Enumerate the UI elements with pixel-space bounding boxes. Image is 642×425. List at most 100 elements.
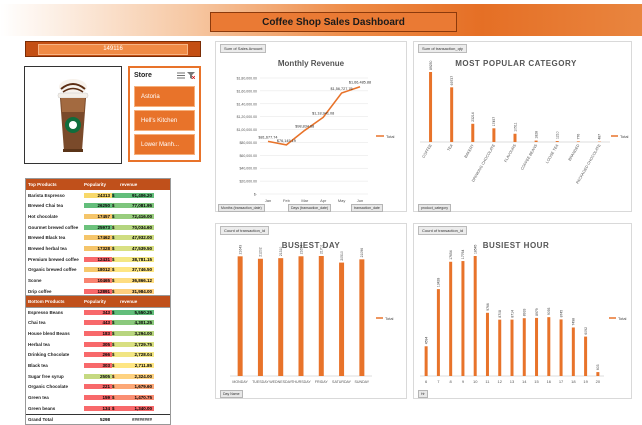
revenue-value: 2,324.00	[120, 374, 154, 379]
x-tick-label: 18	[571, 379, 576, 384]
data-label: $98,834.68	[295, 124, 314, 128]
column-header[interactable]: Top Products	[26, 182, 84, 187]
product-name: Premium brewed coffee	[26, 257, 84, 262]
x-tick-label: 14	[522, 379, 527, 384]
currency-symbol: $	[112, 384, 120, 389]
filter-months[interactable]: Months (transaction_date)	[218, 204, 265, 212]
chart-title: BUSIEST HOUR	[483, 241, 549, 250]
data-label: 776	[577, 134, 581, 140]
x-tick-label: COFFEE	[422, 143, 433, 159]
series-line	[268, 87, 360, 145]
table-row: Chai tea443$4,301.25	[26, 317, 170, 328]
currency-symbol: $	[112, 331, 120, 336]
bar	[511, 320, 514, 376]
table-row: Brewed Black tea17462$47,932.00	[26, 232, 170, 243]
popularity-value: 25973	[84, 225, 112, 230]
product-name: Herbal tea	[26, 342, 84, 347]
currency-symbol: $	[112, 374, 120, 379]
revenue-value: 47,932.00	[120, 235, 154, 240]
busiest-hour-chart: BUSIEST HOUR4594613428717654817764918545…	[414, 232, 631, 394]
x-tick-label: TUESDAY	[252, 380, 269, 384]
popularity-value: 10465	[84, 278, 112, 283]
top-products-table: Top Products Popularity revenue Barista …	[25, 178, 171, 308]
data-label: 4594	[424, 337, 428, 345]
popularity-value: 134	[84, 406, 112, 411]
popularity-value: 2505	[84, 374, 112, 379]
filter-days[interactable]: Days (transaction_date)	[288, 204, 331, 212]
product-name: Sugar free syrup	[26, 374, 84, 379]
bar	[535, 318, 538, 376]
bar	[429, 72, 432, 142]
x-tick-label: 7	[437, 379, 440, 384]
clear-filter-icon[interactable]	[187, 72, 195, 79]
data-label: 21643	[238, 245, 242, 255]
bar	[560, 319, 563, 376]
data-label: 1210	[556, 131, 560, 139]
popularity-value: 183	[84, 331, 112, 336]
table-row: Brewed herbal tea17328$47,539.50	[26, 243, 170, 254]
data-label: 1828	[534, 131, 538, 139]
bar	[425, 346, 428, 376]
y-tick-label: $1,60,000.00	[237, 89, 257, 93]
data-label: 9093	[547, 308, 551, 316]
table-row: Barista Espresso24313$91,406.20	[26, 190, 170, 201]
currency-symbol: $	[112, 320, 120, 325]
table-header: Bottom Products Popularity revenue	[26, 296, 170, 307]
data-label: 17764	[461, 250, 465, 260]
x-tick-label: BRANDED	[568, 143, 581, 161]
table-row: Drinking Chocolate266$2,728.04	[26, 349, 170, 360]
currency-symbol: $	[112, 235, 120, 240]
monthly-revenue-panel: Sum of Sales Amount Monthly Revenue$-$20…	[215, 41, 407, 212]
filter-transaction-date[interactable]: transaction_date	[351, 204, 383, 212]
page-title: Coffee Shop Sales Dashboard	[210, 12, 457, 32]
bar	[278, 258, 283, 376]
store-item-lower-manhattan[interactable]: Lower Manh...	[134, 134, 195, 155]
filter-hour[interactable]: Hr	[418, 390, 428, 398]
popularity-value: 159	[84, 395, 112, 400]
x-tick-label: THURSDAY	[291, 380, 311, 384]
grand-total-popularity: 5298	[84, 417, 112, 422]
data-label: 9766	[486, 303, 490, 311]
product-name: Brewed herbal tea	[26, 246, 84, 251]
data-label: 17457	[492, 117, 496, 127]
x-tick-label: MONDAY	[232, 380, 248, 384]
y-tick-label: $1,00,000.00	[237, 128, 257, 132]
bar	[596, 372, 599, 376]
x-tick-label: BAKERY	[464, 143, 475, 159]
popularity-value: 12431	[84, 257, 112, 262]
multi-select-icon[interactable]	[177, 72, 185, 79]
currency-symbol: $	[112, 406, 120, 411]
currency-symbol: $	[112, 289, 120, 294]
popularity-value: 17328	[84, 246, 112, 251]
store-item-hells-kitchen[interactable]: Hell's Kitchen	[134, 110, 195, 131]
bar	[535, 141, 538, 142]
column-header[interactable]: Bottom Products	[26, 299, 84, 304]
busiest-hour-panel: Count of transaction_id BUSIEST HOUR4594…	[413, 223, 632, 399]
table-row: Organic Chocolate221$1,679.60	[26, 382, 170, 393]
busiest-day-panel: Count of transaction_id BUSIEST DAY21643…	[215, 223, 407, 399]
revenue-value: 70,034.60	[120, 225, 154, 230]
popularity-value: 343	[84, 310, 112, 315]
legend-label: Total	[385, 316, 394, 321]
bar	[258, 259, 263, 376]
revenue-value: 1,340.00	[120, 406, 154, 411]
data-label: 21096	[360, 248, 364, 258]
currency-symbol: $	[112, 203, 120, 208]
table-row: Organic brewed coffee18012$37,746.50	[26, 265, 170, 276]
filter-product-category[interactable]: product_category	[418, 204, 451, 212]
y-tick-label: $80,000.00	[239, 141, 257, 145]
y-tick-label: $60,000.00	[239, 154, 257, 158]
revenue-value: 72,416.00	[120, 214, 154, 219]
store-item-astoria[interactable]: Astoria	[134, 86, 195, 107]
table-row: Black tea303$2,711.85	[26, 360, 170, 371]
revenue-value: 91,406.20	[120, 193, 154, 198]
x-tick-label: 10	[473, 379, 478, 384]
product-name: Espresso Beans	[26, 310, 84, 315]
filter-day-name[interactable]: Day Name	[220, 390, 243, 398]
table-row: House blend Beans183$3,294.00	[26, 328, 170, 339]
table-row: Premium brewed coffee12431$38,781.15	[26, 254, 170, 265]
currency-symbol: $	[112, 342, 120, 347]
popularity-value: 17462	[84, 235, 112, 240]
x-tick-label: LOOSE TEA	[545, 143, 559, 164]
product-name: Black tea	[26, 363, 84, 368]
